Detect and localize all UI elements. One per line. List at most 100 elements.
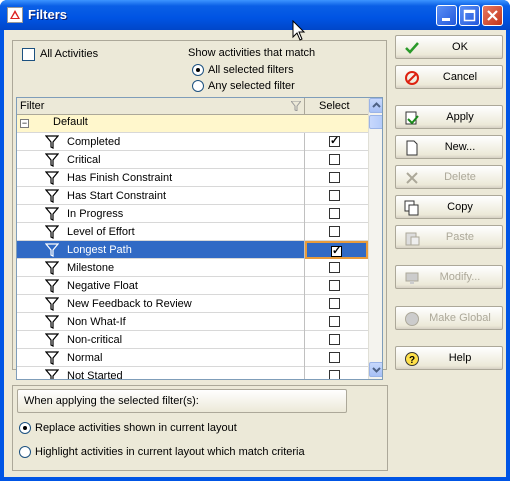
filter-row[interactable]: Negative Float <box>17 277 368 295</box>
col-select-header[interactable]: Select <box>305 98 368 115</box>
select-checkbox[interactable] <box>329 370 340 379</box>
close-button[interactable] <box>482 5 503 26</box>
filter-cell: Normal <box>17 349 305 367</box>
all-activities-checkbox[interactable] <box>22 48 35 61</box>
select-cell <box>305 133 368 151</box>
replace-label: Replace activities shown in current layo… <box>35 422 237 434</box>
filter-funnel-icon <box>45 279 59 293</box>
select-cell <box>305 349 368 367</box>
select-cell <box>305 205 368 223</box>
filter-row[interactable]: Completed <box>17 133 368 151</box>
collapse-icon[interactable]: − <box>20 119 29 128</box>
scroll-up-button[interactable] <box>369 98 382 113</box>
delete-button[interactable]: Delete <box>395 165 503 189</box>
apply-options-panel: When applying the selected filter(s): Re… <box>12 385 388 471</box>
new-button[interactable]: New... <box>395 135 503 159</box>
highlight-radio[interactable] <box>19 446 31 458</box>
filter-cell: Not Started <box>17 367 305 379</box>
apply-button[interactable]: Apply <box>395 105 503 129</box>
filter-name: Level of Effort <box>67 226 135 238</box>
help-button[interactable]: ? Help <box>395 346 503 370</box>
cancel-label: Cancel <box>442 71 478 83</box>
filter-funnel-icon <box>45 261 59 275</box>
scroll-down-button[interactable] <box>369 362 382 377</box>
filters-dialog: Filters All Activities Show activities t… <box>0 0 510 481</box>
filter-row[interactable]: Critical <box>17 151 368 169</box>
filter-funnel-icon <box>45 333 59 347</box>
match-any-label: Any selected filter <box>208 80 295 92</box>
filter-name: Negative Float <box>67 280 138 292</box>
filter-funnel-icon <box>45 297 59 311</box>
filter-cell: Has Finish Constraint <box>17 169 305 187</box>
filter-name: Has Finish Constraint <box>67 172 173 184</box>
match-all-radio[interactable] <box>192 64 204 76</box>
filter-funnel-icon <box>45 171 59 185</box>
highlight-label: Highlight activities in current layout w… <box>35 446 305 458</box>
ok-label: OK <box>452 41 468 53</box>
select-checkbox[interactable] <box>329 134 340 147</box>
maximize-button[interactable] <box>459 5 480 26</box>
filter-name: Milestone <box>67 262 115 274</box>
apply-label: Apply <box>446 111 474 123</box>
select-checkbox[interactable] <box>329 352 340 363</box>
filter-name: Completed <box>67 136 121 148</box>
ok-button[interactable]: OK <box>395 35 503 59</box>
select-checkbox[interactable] <box>329 226 340 237</box>
copy-button[interactable]: Copy <box>395 195 503 219</box>
select-checkbox[interactable] <box>329 154 340 165</box>
select-checkbox[interactable] <box>329 334 340 345</box>
minimize-button[interactable] <box>436 5 457 26</box>
select-checkbox[interactable] <box>329 298 340 309</box>
filter-row[interactable]: In Progress <box>17 205 368 223</box>
match-any-radio[interactable] <box>192 80 204 92</box>
filter-row[interactable]: Has Finish Constraint <box>17 169 368 187</box>
modify-button[interactable]: Modify... <box>395 265 503 289</box>
select-cell <box>305 241 368 259</box>
filter-row[interactable]: Milestone <box>17 259 368 277</box>
filter-funnel-icon <box>45 315 59 329</box>
filter-cell: Non-critical <box>17 331 305 349</box>
filter-name: Critical <box>67 154 101 166</box>
filter-funnel-icon <box>45 207 59 221</box>
select-checkbox[interactable] <box>329 208 340 219</box>
filter-cell: In Progress <box>17 205 305 223</box>
select-checkbox[interactable] <box>329 280 340 291</box>
select-checkbox[interactable] <box>331 244 342 257</box>
modify-label: Modify... <box>439 271 481 283</box>
filter-cell: Negative Float <box>17 277 305 295</box>
scroll-thumb[interactable] <box>369 115 382 129</box>
filter-funnel-icon <box>45 243 59 257</box>
paste-button[interactable]: Paste <box>395 225 503 249</box>
dialog-body: All Activities Show activities that matc… <box>4 30 506 477</box>
filter-cell: Level of Effort <box>17 223 305 241</box>
filter-row[interactable]: New Feedback to Review <box>17 295 368 313</box>
filter-row[interactable]: Normal <box>17 349 368 367</box>
group-row-default[interactable]: − Default <box>17 115 368 133</box>
select-checkbox[interactable] <box>329 316 340 327</box>
select-cell <box>305 151 368 169</box>
filter-row[interactable]: Non-critical <box>17 331 368 349</box>
mouse-cursor-icon <box>292 20 306 41</box>
filter-row[interactable]: Level of Effort <box>17 223 368 241</box>
paste-label: Paste <box>445 231 475 243</box>
filter-row[interactable]: Longest Path <box>17 241 368 259</box>
vertical-scrollbar[interactable] <box>368 98 382 379</box>
new-label: New... <box>444 141 476 153</box>
filter-name: Normal <box>67 352 103 364</box>
select-cell <box>305 169 368 187</box>
select-checkbox[interactable] <box>329 262 340 273</box>
make-global-button[interactable]: Make Global <box>395 306 503 330</box>
filter-row[interactable]: Has Start Constraint <box>17 187 368 205</box>
filter-row[interactable]: Non What-If <box>17 313 368 331</box>
apply-header: When applying the selected filter(s): <box>17 389 347 413</box>
select-cell <box>305 367 368 379</box>
col-filter-header[interactable]: Filter <box>17 98 305 115</box>
filter-row[interactable]: Not Started <box>17 367 368 379</box>
select-checkbox[interactable] <box>329 172 340 183</box>
filter-funnel-icon <box>45 189 59 203</box>
title-bar[interactable]: Filters <box>0 0 510 30</box>
cancel-button[interactable]: Cancel <box>395 65 503 89</box>
delete-label: Delete <box>444 171 476 183</box>
select-checkbox[interactable] <box>329 190 340 201</box>
replace-radio[interactable] <box>19 422 31 434</box>
